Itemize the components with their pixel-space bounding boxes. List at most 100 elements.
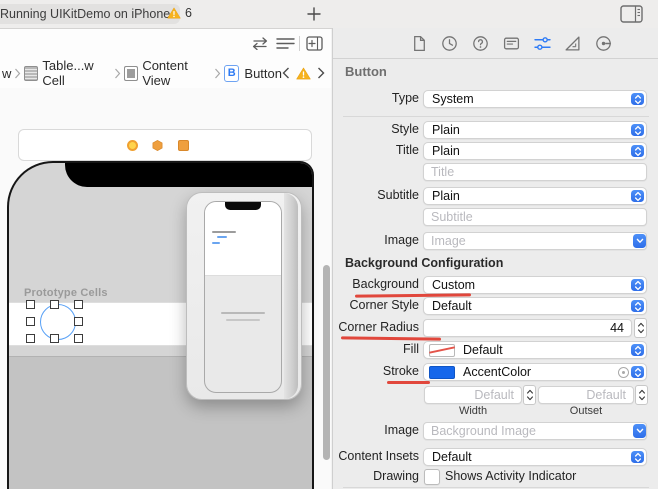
device-preview-window[interactable] [186, 192, 302, 400]
editor-options-icon[interactable] [276, 37, 295, 50]
history-inspector-icon[interactable] [441, 35, 458, 52]
content-insets-label: Content Insets [333, 448, 419, 465]
outset-sublabel: Outset [538, 405, 634, 417]
title-label: Title [333, 142, 419, 159]
stroke-outset-input[interactable] [538, 386, 634, 404]
breadcrumb-item-button[interactable]: Button [244, 66, 282, 81]
no-color-swatch [429, 344, 455, 357]
title-input[interactable] [423, 163, 647, 181]
popup-stepper-icon [631, 124, 644, 136]
size-inspector-icon[interactable] [564, 35, 581, 52]
swap-editors-icon[interactable] [251, 37, 269, 50]
subtitle-label: Subtitle [333, 187, 419, 204]
scene-dock-bar [18, 129, 312, 161]
type-label: Type [333, 90, 419, 107]
combo-chevron-icon[interactable] [633, 234, 646, 248]
fill-color-popup[interactable]: Default [423, 341, 647, 359]
stroke-outset-stepper[interactable] [635, 385, 648, 405]
identity-inspector-icon[interactable] [503, 35, 520, 52]
stroke-width-stepper[interactable] [523, 385, 536, 405]
corner-radius-label: Corner Radius [333, 319, 419, 336]
preview-screen [204, 201, 282, 393]
preview-link-line [212, 242, 220, 244]
button-object-icon: B [224, 65, 239, 82]
shows-activity-indicator-checkbox[interactable] [424, 469, 440, 485]
stroke-color-popup[interactable]: AccentColor [423, 363, 647, 381]
background-image-combo-input[interactable] [423, 422, 647, 440]
next-issue-icon[interactable] [317, 67, 325, 79]
table-cell-icon [24, 66, 38, 80]
corner-radius-stepper[interactable] [634, 318, 647, 338]
style-label: Style [333, 121, 419, 138]
image-combo-input[interactable] [423, 232, 647, 250]
divider [343, 116, 649, 117]
storyboard-canvas[interactable]: Prototype Cells [0, 88, 331, 489]
type-popup[interactable]: System [423, 90, 647, 108]
divider [343, 487, 649, 488]
toolbar-divider [299, 36, 300, 51]
subtitle-input[interactable] [423, 208, 647, 226]
corner-style-popup[interactable]: Default [423, 297, 647, 315]
preview-text-line [212, 231, 236, 233]
popup-stepper-icon [631, 344, 644, 356]
canvas-scrollbar[interactable] [323, 265, 330, 460]
warning-icon [167, 7, 181, 19]
file-inspector-icon[interactable] [411, 35, 428, 52]
run-status-pill[interactable]: Running UIKitDemo on iPhone [0, 4, 180, 24]
chevron-right-icon [214, 68, 221, 79]
warning-count: 6 [185, 6, 192, 20]
style-popup[interactable]: Plain [423, 121, 647, 139]
selection-handle[interactable] [74, 300, 83, 309]
inspector-tab-bar [333, 28, 658, 59]
attributes-inspector-icon[interactable] [534, 35, 551, 52]
popup-stepper-icon [631, 93, 644, 105]
navigation-bar-area[interactable] [65, 163, 312, 187]
run-status-label: Running UIKitDemo on iPhone [0, 7, 170, 21]
background-popup[interactable]: Custom [423, 276, 647, 294]
selection-handle[interactable] [26, 300, 35, 309]
xcode-window: Running UIKitDemo on iPhone 6 [0, 0, 658, 489]
background-label: Background [333, 276, 419, 293]
selection-handle[interactable] [26, 317, 35, 326]
prototype-cells-label: Prototype Cells [24, 287, 108, 299]
breadcrumb-item-clipped[interactable]: w [2, 66, 11, 81]
stroke-label: Stroke [333, 363, 419, 380]
previous-issue-icon[interactable] [282, 67, 290, 79]
chevron-right-icon [14, 68, 21, 79]
notch-icon [225, 202, 261, 210]
drawing-label: Drawing [333, 468, 419, 485]
breadcrumb-item-table-cell[interactable]: Table...w Cell [42, 58, 111, 88]
selection-handle[interactable] [74, 317, 83, 326]
content-insets-popup[interactable]: Default [423, 448, 647, 466]
title-bar: Running UIKitDemo on iPhone 6 [0, 0, 658, 29]
preview-placeholder-line [221, 312, 265, 314]
title-style-popup[interactable]: Plain [423, 142, 647, 160]
stroke-options-icon[interactable] [618, 367, 629, 378]
selection-handle[interactable] [74, 334, 83, 343]
editor-toolbar [0, 29, 331, 58]
add-editor-icon[interactable] [306, 36, 323, 51]
connections-inspector-icon[interactable] [595, 35, 612, 52]
selection-handle[interactable] [50, 300, 59, 309]
combo-chevron-icon[interactable] [633, 424, 646, 438]
issues-badge[interactable]: 6 [167, 6, 192, 20]
subtitle-style-popup[interactable]: Plain [423, 187, 647, 205]
breadcrumb-item-content-view[interactable]: Content View [142, 58, 211, 88]
quick-help-inspector-icon[interactable] [472, 35, 489, 52]
corner-radius-input[interactable] [423, 319, 632, 337]
view-controller-icon[interactable] [127, 140, 138, 151]
fill-label: Fill [333, 341, 419, 358]
stroke-width-input[interactable] [424, 386, 522, 404]
attributes-inspector-panel: Button Type System Style Plain Title Pla… [332, 28, 658, 489]
new-tab-plus-icon[interactable] [307, 7, 321, 21]
first-responder-icon[interactable] [152, 140, 163, 151]
exit-icon[interactable] [178, 140, 189, 151]
toggle-inspector-panel-icon[interactable] [620, 5, 643, 23]
shows-activity-indicator-label: Shows Activity Indicator [445, 469, 576, 483]
selection-handle[interactable] [50, 334, 59, 343]
width-sublabel: Width [424, 405, 522, 417]
selection-handle[interactable] [26, 334, 35, 343]
annotation-underline-stroke [387, 381, 430, 384]
image-label: Image [333, 232, 419, 249]
background-configuration-section-header: Background Configuration [345, 256, 503, 270]
